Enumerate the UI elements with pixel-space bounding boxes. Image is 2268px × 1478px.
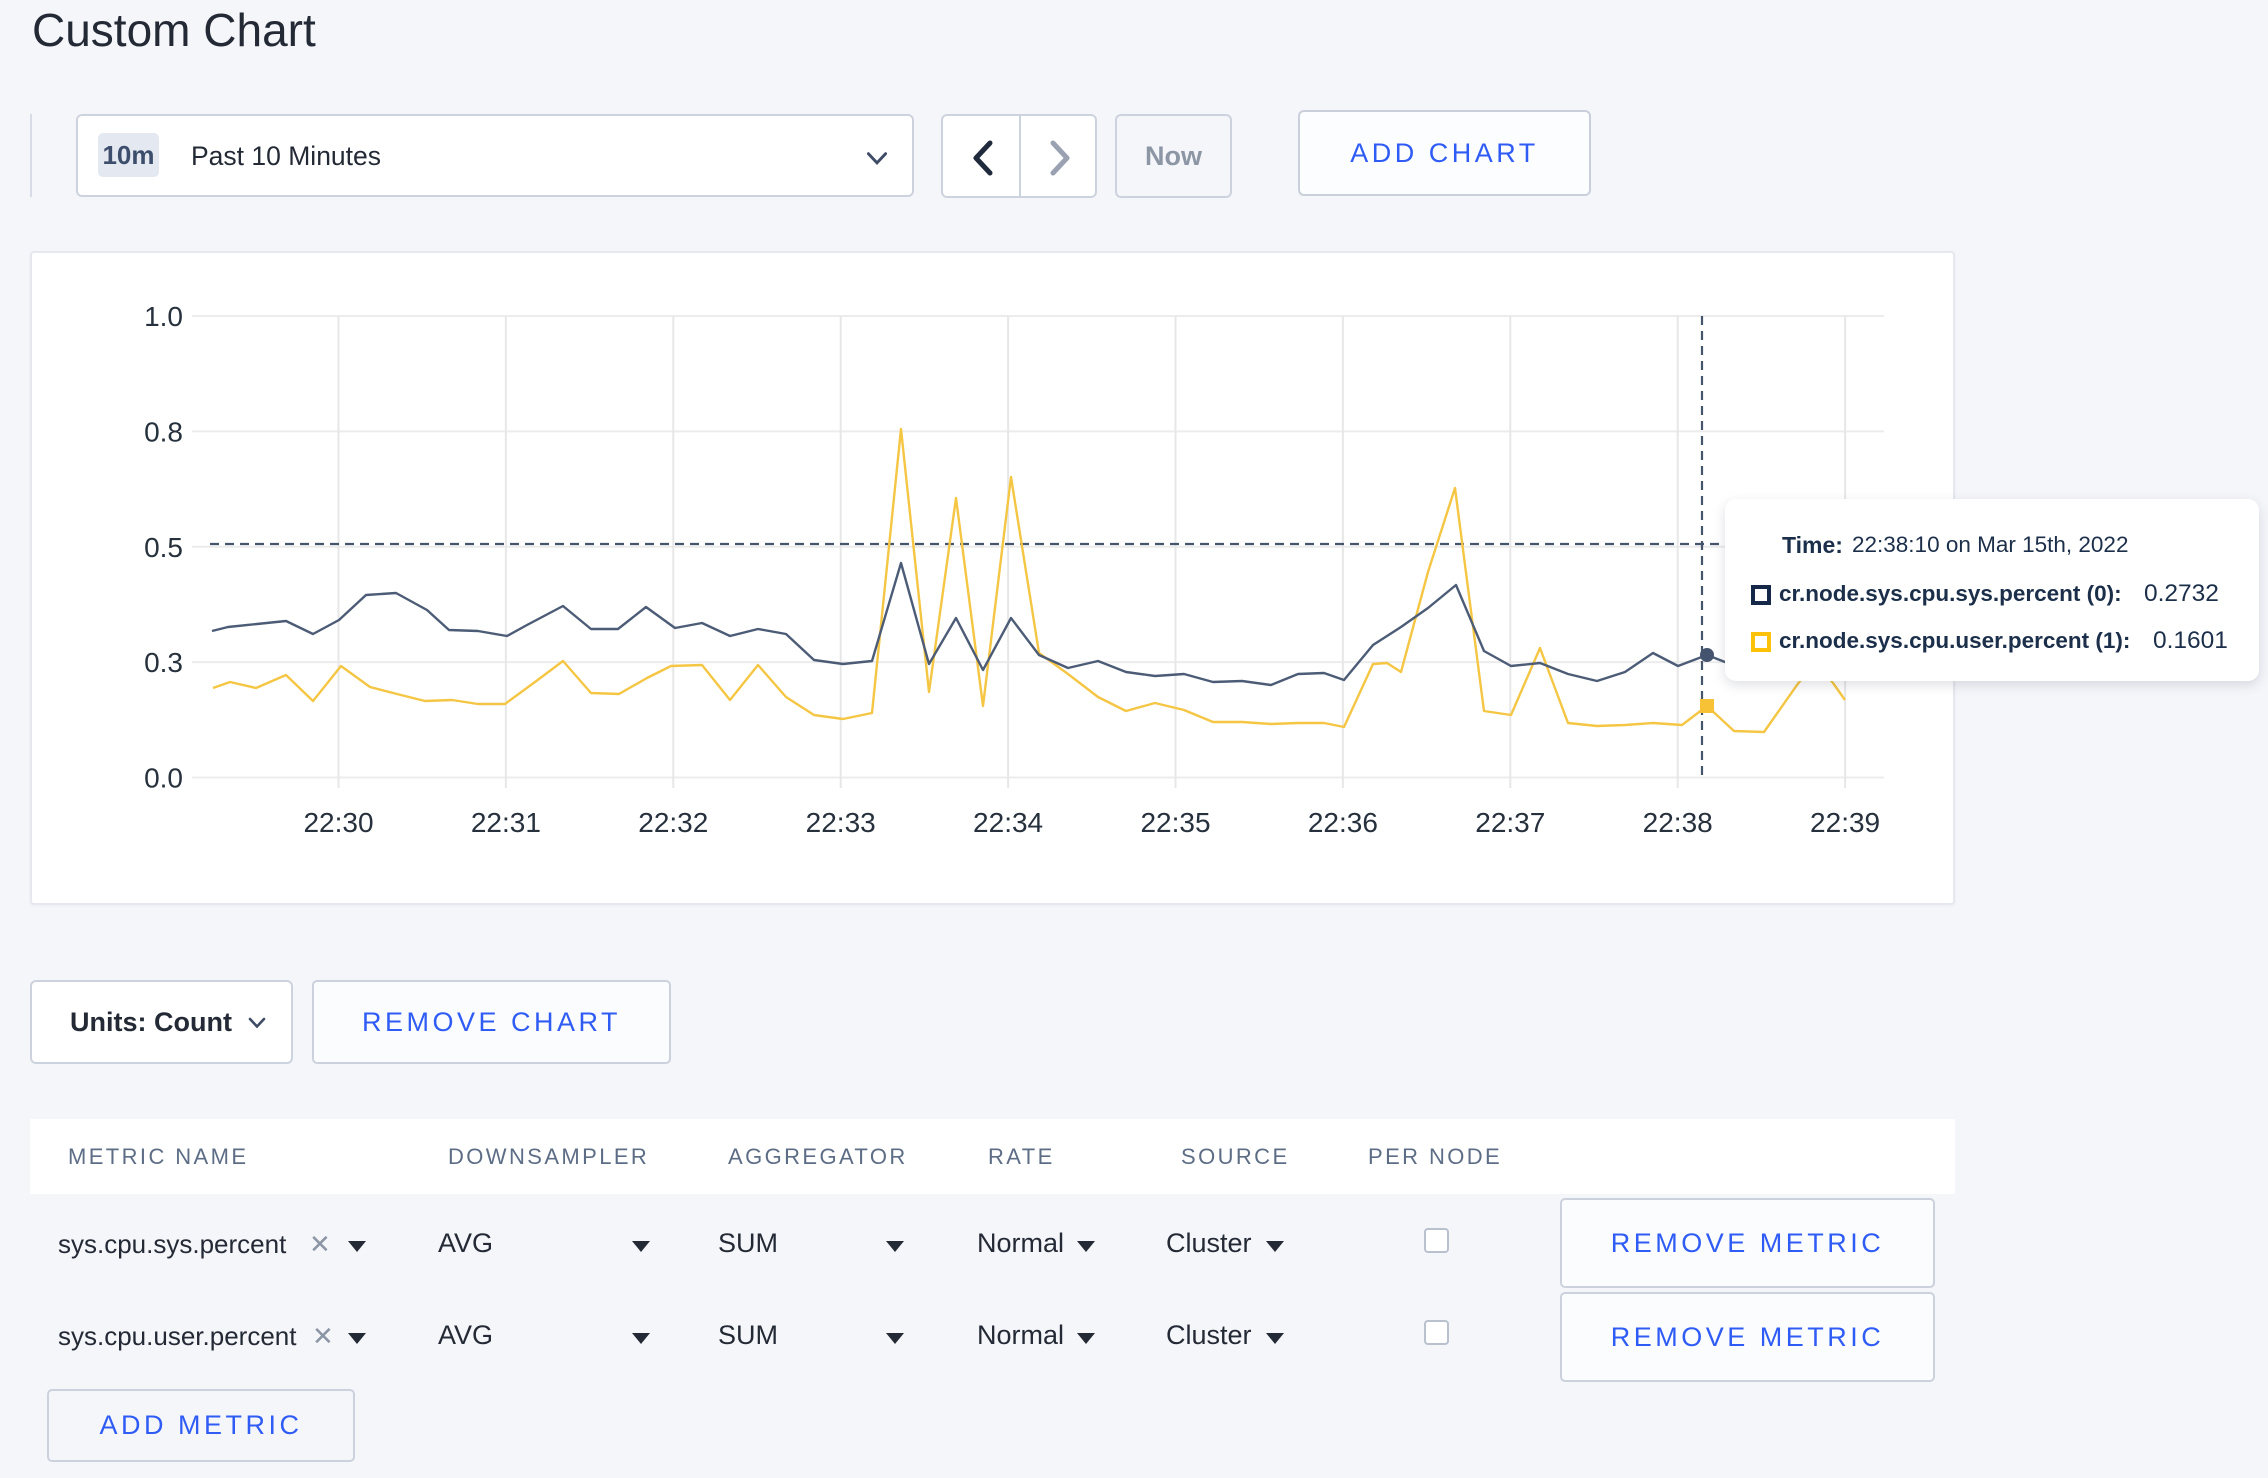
svg-text:22:38: 22:38: [1643, 807, 1713, 838]
svg-text:22:36: 22:36: [1308, 807, 1378, 838]
svg-text:22:34: 22:34: [973, 807, 1043, 838]
svg-text:22:31: 22:31: [471, 807, 541, 838]
svg-text:0.0: 0.0: [144, 763, 183, 794]
svg-text:22:39: 22:39: [1810, 807, 1880, 838]
svg-text:0.3: 0.3: [144, 647, 183, 678]
svg-text:22:32: 22:32: [638, 807, 708, 838]
svg-text:22:37: 22:37: [1475, 807, 1545, 838]
svg-text:1.0: 1.0: [144, 301, 183, 332]
svg-text:0.5: 0.5: [144, 532, 183, 563]
svg-text:0.8: 0.8: [144, 416, 183, 447]
svg-text:22:35: 22:35: [1140, 807, 1210, 838]
svg-text:22:33: 22:33: [806, 807, 876, 838]
svg-text:22:30: 22:30: [303, 807, 373, 838]
